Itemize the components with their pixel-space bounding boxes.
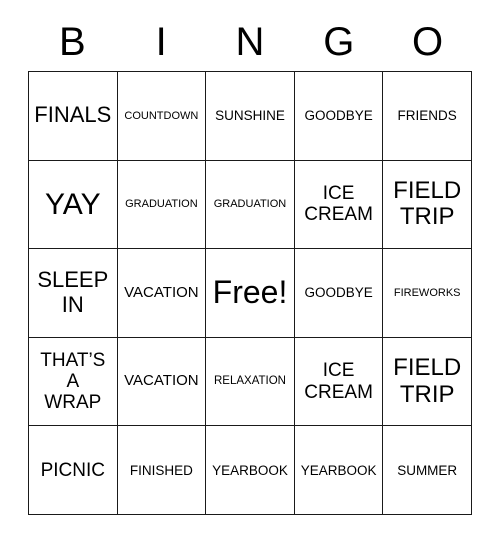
bingo-cell[interactable]: THAT’S A WRAP bbox=[29, 337, 118, 427]
bingo-header-letter-b: B bbox=[59, 20, 86, 64]
bingo-cell-label: FIELD TRIP bbox=[393, 176, 462, 231]
bingo-cell-label: YEARBOOK bbox=[212, 462, 288, 478]
bingo-cell-label: SUMMER bbox=[397, 462, 458, 478]
bingo-cell[interactable]: FINALS bbox=[29, 72, 118, 161]
bingo-cell[interactable]: COUNTDOWN bbox=[117, 72, 207, 161]
bingo-cell[interactable]: PICNIC bbox=[29, 426, 118, 515]
bingo-cell-label: COUNTDOWN bbox=[124, 109, 199, 122]
bingo-header-letter-g: G bbox=[323, 20, 355, 64]
bingo-cell[interactable]: FIREWORKS bbox=[383, 249, 472, 338]
bingo-cell-label: GRADUATION bbox=[213, 198, 287, 211]
bingo-cell-label: SLEEP IN bbox=[37, 267, 109, 317]
bingo-cell-label: FRIENDS bbox=[397, 108, 457, 124]
bingo-cell[interactable]: YAY bbox=[29, 160, 118, 250]
bingo-cell-label: YAY bbox=[45, 187, 101, 221]
bingo-cell[interactable]: YEARBOOK bbox=[206, 426, 295, 515]
bingo-grid: FINALS COUNTDOWN SUNSHINE GOODBYE FRIENDS YAY… bbox=[28, 71, 472, 515]
bingo-cell[interactable]: SUMMER bbox=[383, 426, 472, 515]
bingo-cell[interactable]: GRADUATION bbox=[206, 160, 295, 250]
bingo-cell-label: SUNSHINE bbox=[215, 108, 285, 124]
bingo-cell-label: ICE CREAM bbox=[304, 360, 373, 403]
bingo-header-letter-n: N bbox=[235, 20, 265, 64]
bingo-cell[interactable]: VACATION bbox=[117, 249, 207, 338]
bingo-cell-label: GRADUATION bbox=[125, 198, 198, 211]
bingo-cell[interactable]: VACATION bbox=[117, 337, 207, 427]
bingo-cell-label: RELAXATION bbox=[213, 375, 286, 388]
bingo-cell-label: FINALS bbox=[34, 102, 112, 128]
bingo-cell-label: YEARBOOK bbox=[300, 462, 377, 478]
bingo-cell-label: GOODBYE bbox=[304, 108, 373, 124]
bingo-cell[interactable]: ICE CREAM bbox=[294, 160, 384, 250]
bingo-cell[interactable]: RELAXATION bbox=[206, 337, 295, 427]
bingo-card: B I N G O FINALS COUNTDOWN SUNSHINE GOODBYE FRIE… bbox=[0, 0, 500, 544]
bingo-cell-label: ICE CREAM bbox=[304, 183, 373, 226]
bingo-cell[interactable]: ICE CREAM bbox=[294, 337, 384, 427]
bingo-cell-label: PICNIC bbox=[40, 459, 105, 481]
bingo-cell-label: Free! bbox=[212, 274, 288, 311]
bingo-cell-label: FINISHED bbox=[129, 462, 193, 478]
bingo-cell[interactable]: YEARBOOK bbox=[294, 426, 384, 515]
bingo-cell[interactable]: GOODBYE bbox=[294, 249, 384, 338]
bingo-cell-label: FIREWORKS bbox=[393, 286, 461, 299]
bingo-cell[interactable]: FIELD TRIP bbox=[383, 337, 472, 427]
bingo-cell-label: FIELD TRIP bbox=[393, 353, 462, 408]
bingo-cell[interactable]: FINISHED bbox=[117, 426, 207, 515]
bingo-cell-label: VACATION bbox=[124, 283, 199, 301]
bingo-header-letter-o: O bbox=[412, 20, 444, 64]
bingo-cell-label: VACATION bbox=[124, 372, 199, 390]
bingo-cell[interactable]: FRIENDS bbox=[383, 72, 472, 161]
bingo-cell[interactable]: GOODBYE bbox=[294, 72, 384, 161]
bingo-cell-label: GOODBYE bbox=[304, 285, 373, 301]
bingo-header: BINGO bbox=[28, 16, 472, 68]
bingo-cell[interactable]: GRADUATION bbox=[117, 160, 207, 250]
bingo-cell[interactable]: FIELD TRIP bbox=[383, 160, 472, 250]
bingo-cell[interactable]: SUNSHINE bbox=[206, 72, 295, 161]
bingo-free-space[interactable]: Free! bbox=[206, 249, 295, 338]
bingo-header-letter-i: I bbox=[155, 20, 167, 64]
bingo-cell[interactable]: SLEEP IN bbox=[29, 249, 118, 338]
bingo-cell-label: THAT’S A WRAP bbox=[40, 349, 106, 414]
